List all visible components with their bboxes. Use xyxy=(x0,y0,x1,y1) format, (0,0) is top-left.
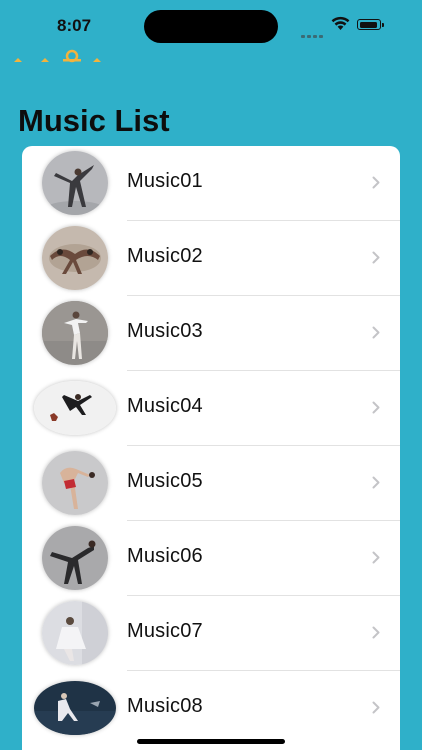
music-title: Music06 xyxy=(127,545,203,567)
music-row-03[interactable]: Music03 xyxy=(22,296,400,371)
chevron-right-icon xyxy=(372,176,380,189)
music-row-06[interactable]: Music06 xyxy=(22,521,400,596)
music-thumbnail xyxy=(42,151,108,215)
music-thumbnail xyxy=(42,451,108,515)
sun-decoration-icon xyxy=(14,49,101,63)
chevron-right-icon xyxy=(372,551,380,564)
music-title: Music08 xyxy=(127,695,203,717)
music-title: Music04 xyxy=(127,395,203,417)
chevron-right-icon xyxy=(372,401,380,414)
music-list: Music01 Music02 Music03 Music04 Music05 … xyxy=(22,146,400,750)
wifi-icon xyxy=(331,16,350,30)
status-time: 8:07 xyxy=(57,16,92,35)
chevron-right-icon xyxy=(372,476,380,489)
music-title: Music02 xyxy=(127,245,203,267)
music-row-01[interactable]: Music01 xyxy=(22,146,400,221)
music-thumbnail xyxy=(42,526,108,590)
home-indicator[interactable] xyxy=(137,739,285,744)
chevron-right-icon xyxy=(372,626,380,639)
music-title: Music01 xyxy=(127,170,203,192)
cellular-signal-icon xyxy=(301,25,325,43)
music-row-02[interactable]: Music02 xyxy=(22,221,400,296)
music-thumbnail xyxy=(42,601,108,665)
battery-icon xyxy=(357,19,384,30)
chevron-right-icon xyxy=(372,251,380,264)
page-title: Music List xyxy=(18,103,170,138)
music-title: Music07 xyxy=(127,620,203,642)
music-title: Music05 xyxy=(127,470,203,492)
music-row-05[interactable]: Music05 xyxy=(22,446,400,521)
music-row-07[interactable]: Music07 xyxy=(22,596,400,671)
music-thumbnail xyxy=(42,301,108,365)
chevron-right-icon xyxy=(372,326,380,339)
music-thumbnail xyxy=(34,681,116,735)
music-row-08[interactable]: Music08 xyxy=(22,671,400,746)
music-row-04[interactable]: Music04 xyxy=(22,371,400,446)
dynamic-island xyxy=(144,10,278,43)
chevron-right-icon xyxy=(372,701,380,714)
music-thumbnail xyxy=(42,226,108,290)
music-title: Music03 xyxy=(127,320,203,342)
music-thumbnail xyxy=(34,381,116,435)
